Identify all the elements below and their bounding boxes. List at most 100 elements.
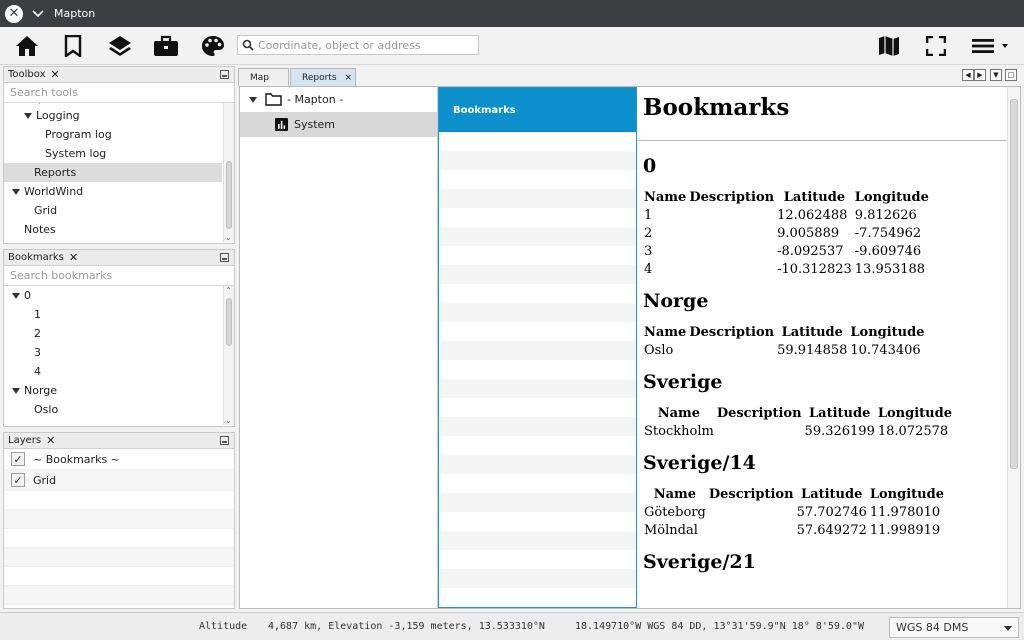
- minimize-icon[interactable]: [220, 70, 229, 79]
- fullscreen-icon[interactable]: [922, 32, 950, 60]
- crs-select[interactable]: WGS 84 DMS: [889, 617, 1019, 638]
- toolbox-icon[interactable]: [152, 32, 180, 60]
- expand-triangle-icon[interactable]: [24, 112, 32, 119]
- bookmarks-search-input[interactable]: [4, 269, 234, 282]
- table-cell: Oslo: [644, 342, 674, 358]
- bookmarks-scrollbar[interactable]: ⌃ ⌄: [223, 286, 234, 425]
- tree-item-logging[interactable]: Logging: [4, 106, 234, 125]
- tree-item-system-log[interactable]: System log: [4, 144, 234, 163]
- expand-triangle-icon[interactable]: [249, 96, 257, 103]
- column-header: Description: [689, 189, 775, 205]
- table-cell: 57.702746: [796, 504, 867, 520]
- chart-icon: [275, 118, 288, 131]
- toolbox-scrollbar[interactable]: ⌄: [223, 103, 234, 242]
- tree-item-reports[interactable]: Reports: [4, 163, 222, 182]
- table-row: Oslo 59.914858 10.743406: [643, 341, 927, 359]
- column-header: Latitude: [783, 189, 846, 205]
- menu-icon[interactable]: [968, 32, 1012, 60]
- scroll-down-icon[interactable]: ⌄: [225, 417, 232, 425]
- scrollbar-thumb[interactable]: [226, 161, 232, 229]
- maximize-icon[interactable]: □: [1005, 69, 1017, 81]
- close-window-icon[interactable]: ✕: [5, 4, 23, 23]
- minimize-icon[interactable]: [220, 436, 229, 445]
- empty-row: [439, 569, 636, 588]
- layer-checkbox[interactable]: ✓: [11, 473, 25, 487]
- bookmarks-filter[interactable]: [4, 266, 234, 286]
- scrollbar-thumb[interactable]: [1010, 99, 1018, 469]
- empty-row: [439, 512, 636, 531]
- column-header: Name: [644, 189, 687, 205]
- close-toolbox-icon[interactable]: ✕: [51, 68, 60, 81]
- section-heading: Norge: [643, 290, 709, 312]
- palette-icon[interactable]: [199, 32, 227, 60]
- bookmark-group-norge[interactable]: Norge: [4, 381, 234, 400]
- close-layers-icon[interactable]: ✕: [46, 434, 55, 447]
- bookmarks-header: Bookmarks ✕: [4, 250, 234, 266]
- folder-icon: [265, 93, 282, 106]
- scroll-down-icon[interactable]: ⌄: [225, 234, 232, 242]
- toolbox-tree: · Logging Program log System log Reports…: [4, 103, 234, 242]
- nav-item-system[interactable]: System: [240, 112, 437, 137]
- coordinate-search[interactable]: [237, 35, 479, 55]
- empty-row: [439, 417, 636, 436]
- tree-item-program-log[interactable]: Program log: [4, 125, 234, 144]
- toolbox-title: Toolbox: [8, 69, 46, 80]
- table-cell: [716, 422, 804, 440]
- layer-checkbox[interactable]: ✓: [11, 452, 25, 466]
- expand-triangle-icon[interactable]: [12, 188, 20, 195]
- chevron-down-icon[interactable]: [31, 7, 45, 21]
- layers-icon[interactable]: [106, 32, 134, 60]
- empty-row: [4, 510, 234, 529]
- search-icon: [238, 39, 258, 51]
- close-tab-icon[interactable]: ×: [345, 73, 353, 83]
- tree-item-grid[interactable]: Grid: [4, 201, 234, 220]
- coordinate-search-input[interactable]: [258, 38, 473, 52]
- tab-map[interactable]: Map: [238, 68, 289, 86]
- expand-triangle-icon[interactable]: [12, 387, 20, 394]
- column-header: Name: [653, 486, 697, 502]
- bookmark-group-0[interactable]: 0: [4, 286, 234, 305]
- status-bar: Altitude 4,687 km, Elevation -3,159 mete…: [0, 612, 1024, 640]
- tab-reports[interactable]: Reports ×: [290, 68, 356, 86]
- layer-row-bookmarks[interactable]: ✓ ~ Bookmarks ~: [4, 449, 234, 470]
- minimize-icon[interactable]: [220, 253, 229, 262]
- table-cell: -10.312823: [777, 261, 852, 277]
- toolbox-search-input[interactable]: [4, 86, 234, 99]
- empty-row: [439, 170, 636, 189]
- scrollbar-thumb[interactable]: [226, 298, 232, 346]
- column-header: Name: [644, 324, 687, 340]
- category-item-bookmarks[interactable]: Bookmarks: [439, 88, 636, 132]
- report-scrollbar[interactable]: [1007, 87, 1020, 608]
- scroll-up-icon[interactable]: ⌃: [225, 287, 232, 295]
- tab-list-icon[interactable]: ▼: [990, 69, 1002, 81]
- table-cell: 59.326199: [804, 423, 875, 439]
- bookmark-item[interactable]: 4: [4, 362, 234, 381]
- table-cell: 3: [644, 243, 653, 259]
- toolbox-filter[interactable]: [4, 83, 234, 103]
- empty-row: [439, 322, 636, 341]
- table-row: 2 9.005889 -7.754962: [643, 224, 931, 242]
- map-icon[interactable]: [875, 32, 903, 60]
- bookmark-item[interactable]: 3: [4, 343, 234, 362]
- empty-row: [439, 284, 636, 303]
- tree-item-worldwind[interactable]: WorldWind: [4, 182, 234, 201]
- nav-root[interactable]: - Mapton -: [240, 87, 437, 112]
- expand-triangle-icon[interactable]: [12, 292, 20, 299]
- tree-item-notes[interactable]: Notes: [4, 220, 234, 239]
- section-heading: Sverige/14: [643, 452, 756, 474]
- report-nav-tree: - Mapton - System: [240, 87, 438, 608]
- layer-row-grid[interactable]: ✓ Grid: [4, 470, 234, 491]
- bookmark-item[interactable]: 2: [4, 324, 234, 343]
- table-cell: 59.914858: [777, 342, 848, 358]
- table-cell: 11.978010: [869, 504, 941, 520]
- empty-row: [439, 132, 636, 151]
- tab-scroll-right-icon[interactable]: ▶: [974, 69, 986, 81]
- bookmark-table: Name Description Latitude Longitude Oslo…: [643, 323, 927, 359]
- close-bookmarks-icon[interactable]: ✕: [69, 251, 78, 264]
- tab-scroll-left-icon[interactable]: ◀: [962, 69, 974, 81]
- bookmark-item[interactable]: Oslo: [4, 400, 234, 419]
- home-icon[interactable]: [13, 32, 41, 60]
- bookmark-icon[interactable]: [59, 32, 87, 60]
- bookmark-table: Name Description Latitude Longitude Stoc…: [643, 404, 954, 440]
- bookmark-item[interactable]: 1: [4, 305, 234, 324]
